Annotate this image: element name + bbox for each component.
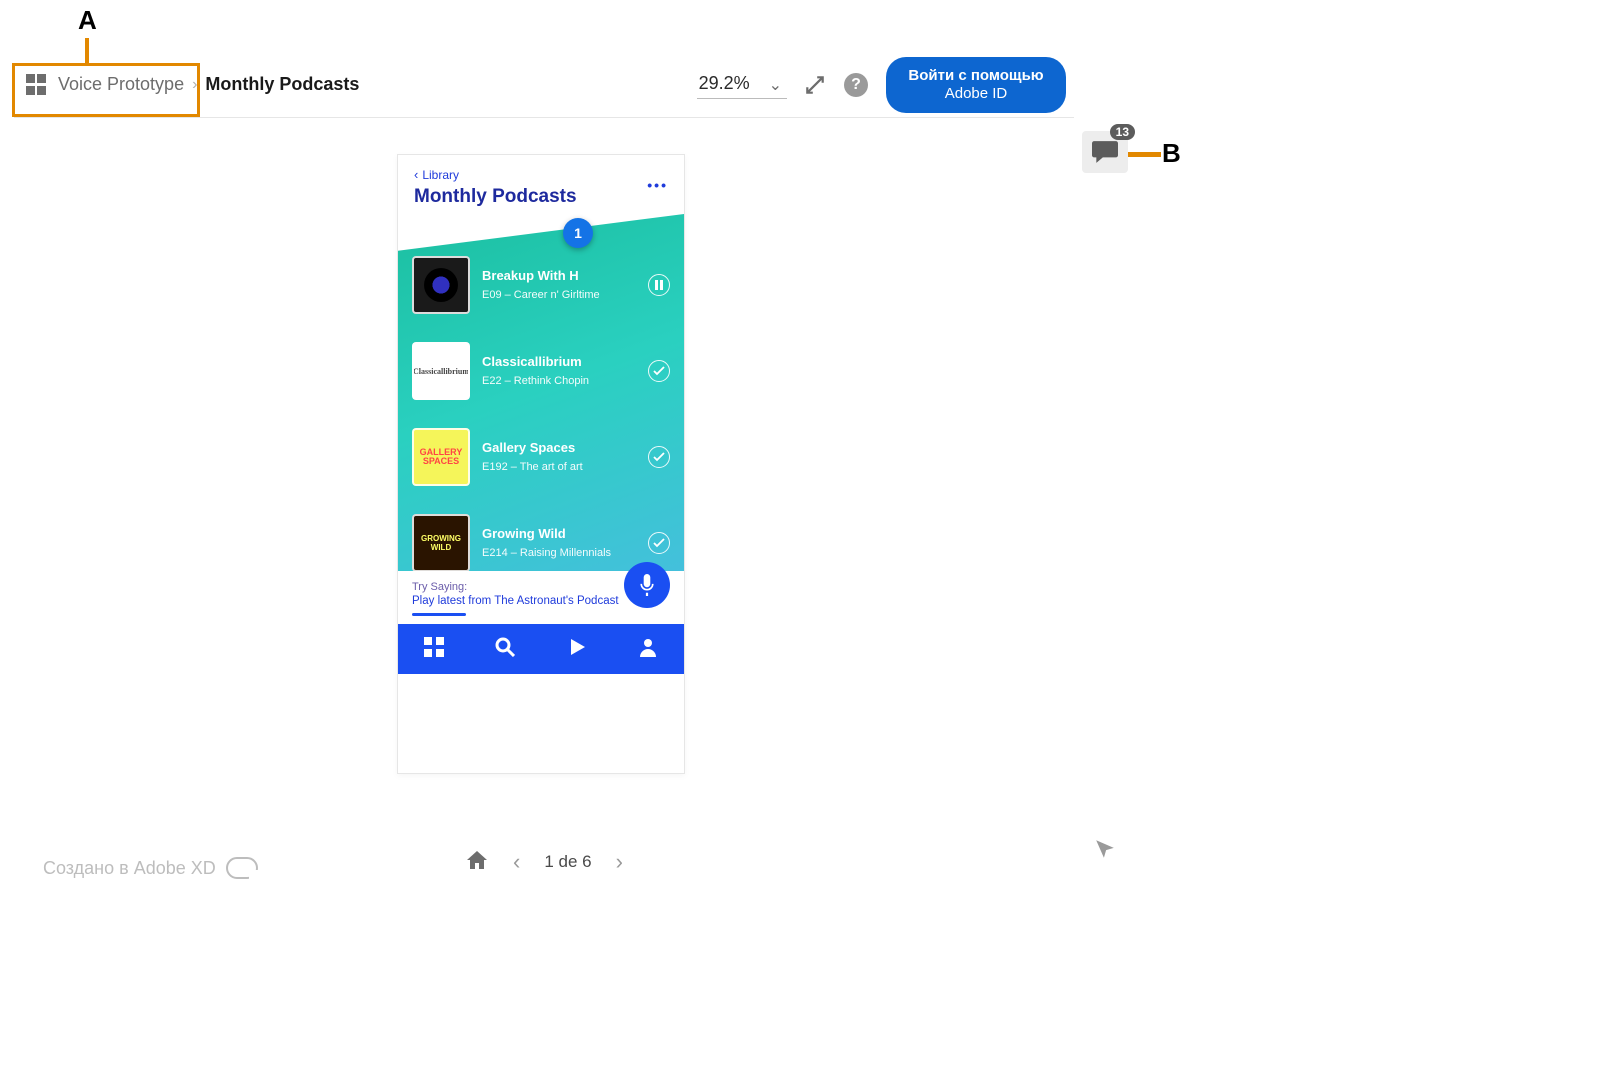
podcast-meta: Breakup With H E09 – Career n' Girltime	[482, 268, 636, 303]
podcast-title: Breakup With H	[482, 268, 636, 283]
creative-cloud-icon	[226, 857, 258, 879]
xd-viewer: Voice Prototype › Monthly Podcasts ⌄ ? В…	[14, 52, 1074, 887]
back-link[interactable]: ‹ Library	[414, 167, 668, 182]
signin-button[interactable]: Войти с помощью Adobe ID	[886, 57, 1066, 113]
artboard-canvas[interactable]: ‹ Library ••• Monthly Podcasts 1 Breakup…	[14, 118, 1074, 838]
podcast-meta: Classicallibrium E22 – Rethink Chopin	[482, 354, 636, 389]
podcast-thumb	[412, 256, 470, 314]
home-icon[interactable]	[465, 848, 489, 877]
tab-search-icon[interactable]	[495, 637, 515, 662]
more-icon[interactable]: •••	[647, 177, 668, 193]
zoom-input[interactable]	[697, 71, 787, 99]
list-item[interactable]: GALLERY SPACES Gallery Spaces E192 – The a…	[412, 428, 670, 486]
podcast-title: Growing Wild	[482, 526, 636, 541]
check-icon[interactable]	[648, 532, 670, 554]
podcast-thumb: Classicallibrium	[412, 342, 470, 400]
page-title: Monthly Podcasts	[414, 186, 668, 208]
page-indicator: 1 de 6	[544, 852, 591, 872]
mic-icon	[638, 574, 656, 596]
podcast-thumb: GALLERY SPACES	[412, 428, 470, 486]
podcast-episode: E214 – Raising Millennials	[482, 547, 636, 561]
annotation-letter-b: B	[1162, 138, 1181, 169]
phone-body: 1 Breakup With H E09 – Career n' Girltime…	[398, 214, 684, 674]
prev-page-button[interactable]: ‹	[513, 849, 520, 875]
podcast-title: Gallery Spaces	[482, 440, 636, 455]
tab-grid-icon[interactable]	[424, 637, 444, 662]
breadcrumb-project[interactable]: Voice Prototype	[58, 74, 184, 95]
check-icon[interactable]	[648, 360, 670, 382]
annotation-letter-a: A	[78, 5, 97, 36]
podcast-title: Classicallibrium	[482, 354, 636, 369]
pause-icon[interactable]	[648, 274, 670, 296]
comments-button[interactable]: 13	[1082, 131, 1128, 173]
voice-fab[interactable]	[624, 562, 670, 608]
breadcrumb-artboard: Monthly Podcasts	[205, 74, 359, 95]
help-icon[interactable]: ?	[844, 73, 868, 97]
podcast-meta: Growing Wild E214 – Raising Millennials	[482, 526, 636, 561]
back-label: Library	[422, 168, 459, 182]
cursor-icon	[1094, 838, 1116, 865]
check-icon[interactable]	[648, 446, 670, 468]
podcast-episode: E192 – The art of art	[482, 461, 636, 475]
grid-view-icon[interactable]	[26, 74, 48, 96]
next-page-button[interactable]: ›	[616, 849, 623, 875]
podcast-episode: E09 – Career n' Girltime	[482, 289, 636, 303]
phone-header: ‹ Library ••• Monthly Podcasts	[398, 155, 684, 214]
tabbar	[398, 624, 684, 674]
tab-profile-icon[interactable]	[638, 637, 658, 662]
list-item[interactable]: Classicallibrium Classicallibrium E22 – Re…	[412, 342, 670, 400]
podcast-episode: E22 – Rethink Chopin	[482, 375, 636, 389]
topbar: Voice Prototype › Monthly Podcasts ⌄ ? В…	[14, 52, 1074, 118]
comment-icon	[1092, 141, 1118, 163]
list-item[interactable]: GROWING WILD Growing Wild E214 – Raising M…	[412, 514, 670, 572]
phone-mockup: ‹ Library ••• Monthly Podcasts 1 Breakup…	[397, 154, 685, 774]
podcast-thumb: GROWING WILD	[412, 514, 470, 572]
fullscreen-icon[interactable]	[804, 74, 826, 96]
chevron-left-icon: ‹	[414, 167, 418, 182]
chevron-right-icon: ›	[192, 76, 197, 94]
credit-text: Создано в Adobe XD	[43, 857, 258, 879]
pin-marker[interactable]: 1	[563, 218, 593, 248]
tab-play-icon[interactable]	[567, 637, 587, 662]
list-item[interactable]: Breakup With H E09 – Career n' Girltime	[412, 256, 670, 314]
podcast-meta: Gallery Spaces E192 – The art of art	[482, 440, 636, 475]
annotation-line-b	[1127, 152, 1161, 157]
try-underline	[412, 613, 466, 616]
comments-count-badge: 13	[1110, 124, 1135, 140]
